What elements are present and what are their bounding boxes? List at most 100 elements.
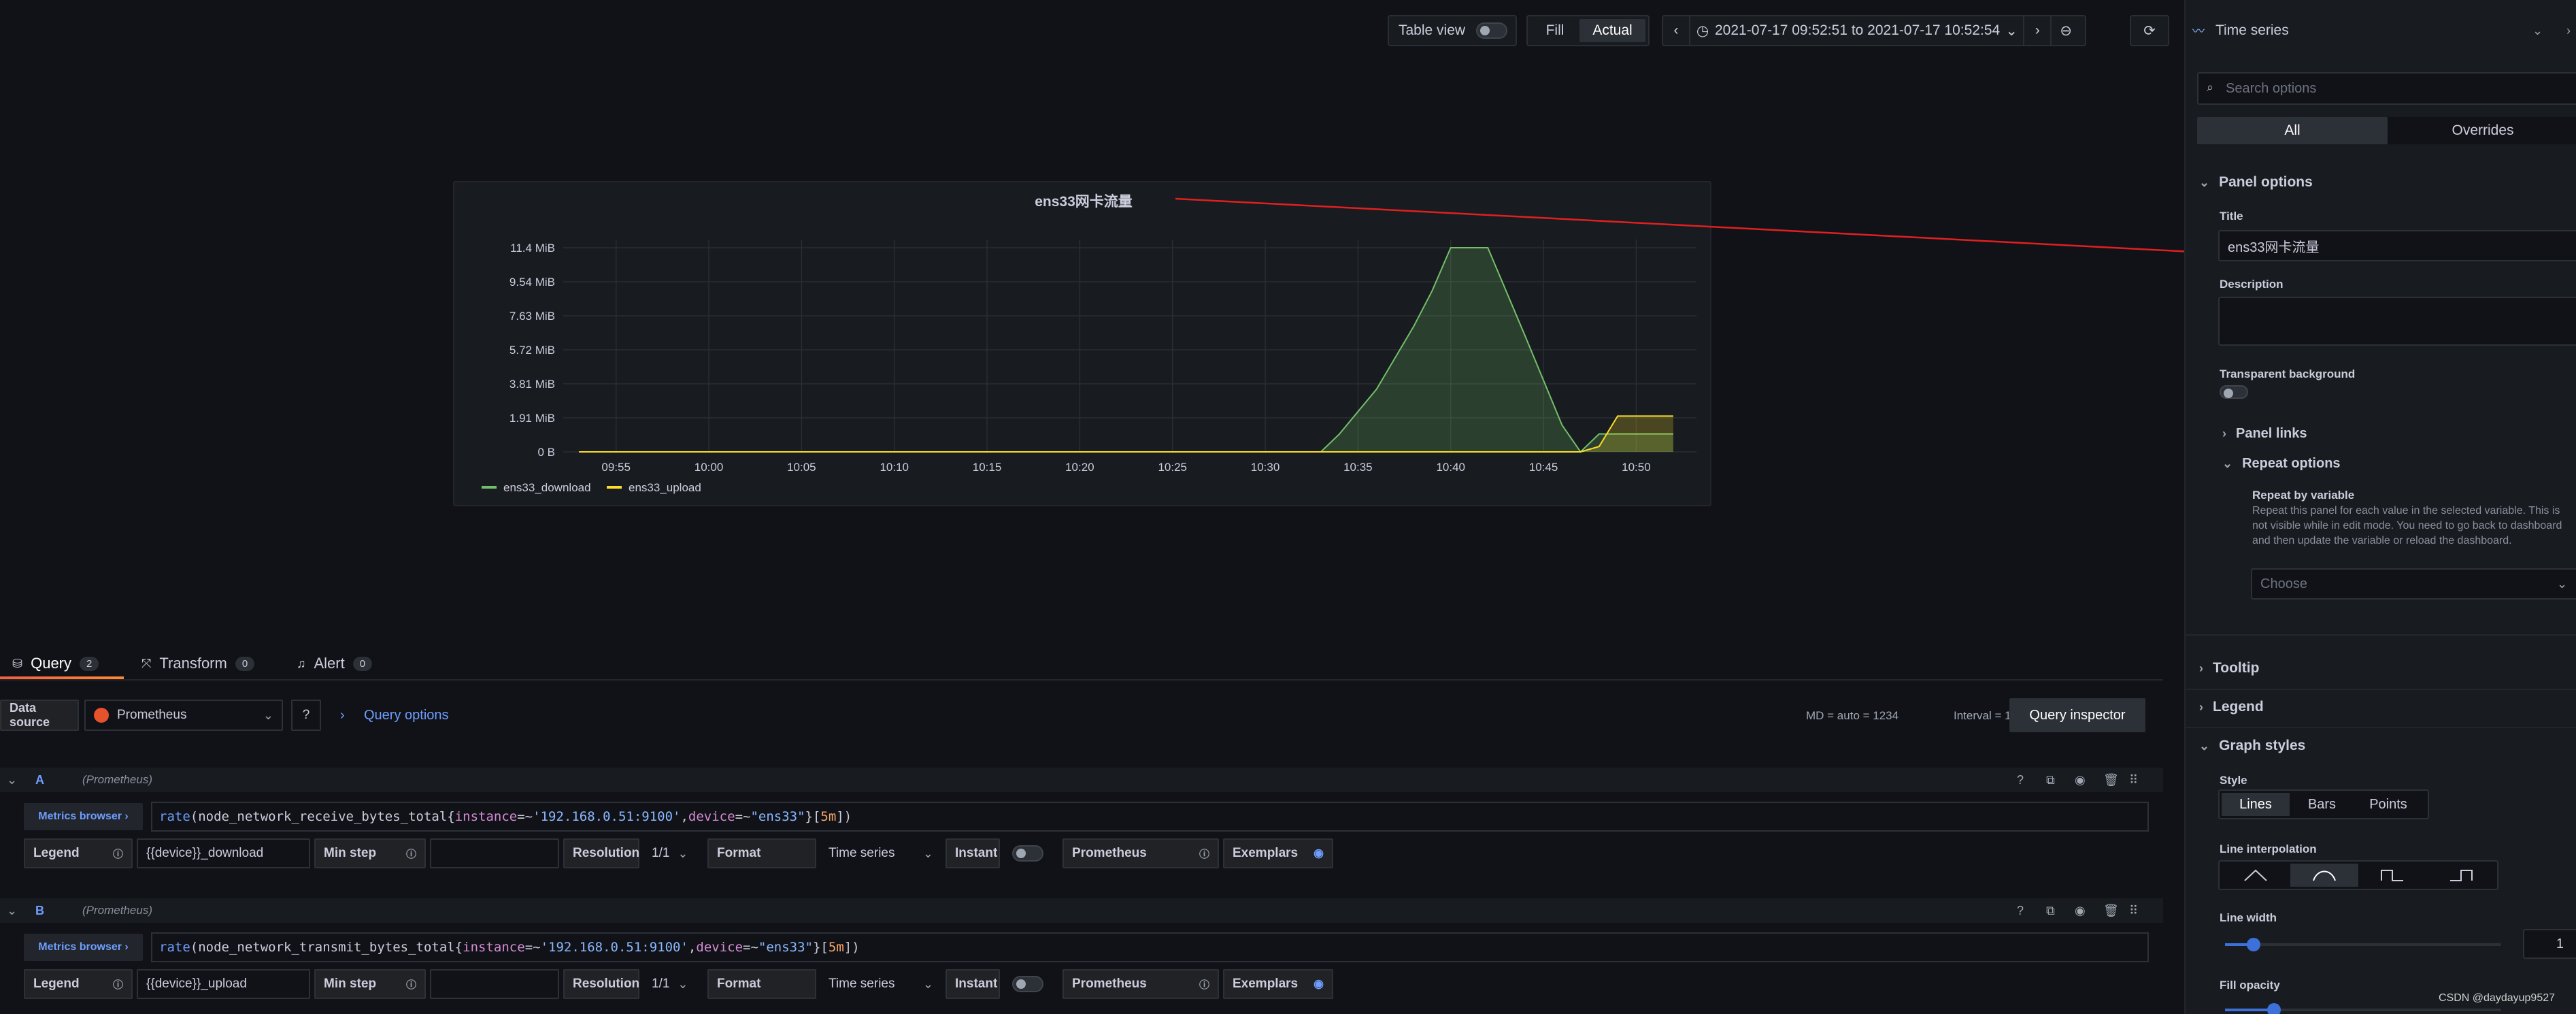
- legend-input[interactable]: {{device}}_download: [137, 838, 310, 868]
- query-b-expression[interactable]: rate(node_network_transmit_bytes_total{i…: [151, 932, 2149, 962]
- chevron-right-icon[interactable]: ›: [2566, 24, 2571, 38]
- trash-icon[interactable]: 🗑: [2103, 773, 2119, 787]
- section-repeat-options[interactable]: ⌄ Repeat options: [2222, 456, 2341, 472]
- query-letter[interactable]: B: [35, 904, 44, 918]
- line-width-input[interactable]: 1: [2523, 929, 2576, 959]
- fill-opacity-slider-thumb[interactable]: [2267, 1003, 2281, 1014]
- expr-value: "ens33": [758, 940, 813, 955]
- transparent-toggle[interactable]: [2220, 385, 2248, 399]
- interp-step-after-icon[interactable]: [2427, 864, 2496, 887]
- zoom-out-icon[interactable]: ⊖: [2050, 16, 2080, 45]
- datasource-select[interactable]: Prometheus ⌄: [84, 700, 283, 731]
- time-picker[interactable]: ‹ ◷ 2021-07-17 09:52:51 to 2021-07-17 10…: [1662, 15, 2086, 46]
- eye-icon[interactable]: ◉: [1314, 977, 1324, 991]
- section-panel-links[interactable]: › Panel links: [2222, 426, 2307, 442]
- format-label: Format: [707, 838, 816, 868]
- tab-overrides[interactable]: Overrides: [2388, 117, 2576, 144]
- title-input[interactable]: ens33网卡流量: [2218, 230, 2576, 261]
- section-tooltip[interactable]: › Tooltip: [2199, 660, 2259, 676]
- query-letter[interactable]: A: [35, 773, 44, 787]
- tab-label: Query: [31, 655, 72, 672]
- query-inspector-button[interactable]: Query inspector: [2009, 698, 2145, 732]
- min-step-input[interactable]: [430, 838, 559, 868]
- style-points[interactable]: Points: [2354, 797, 2422, 813]
- chevron-down-icon: ⌄: [922, 977, 933, 991]
- min-step-input[interactable]: [430, 969, 559, 999]
- tab-alert[interactable]: ♫ Alert 0: [297, 647, 373, 681]
- collapse-icon[interactable]: ⌄: [7, 773, 20, 787]
- y-tick-label: 9.54 MiB: [509, 276, 555, 289]
- tab-transform[interactable]: ⤧ Transform 0: [141, 647, 255, 681]
- interp-smooth-icon[interactable]: [2290, 864, 2358, 887]
- eye-icon[interactable]: ◉: [2075, 773, 2086, 787]
- repeat-variable-select[interactable]: Choose ⌄: [2251, 568, 2576, 600]
- time-back-icon[interactable]: ‹: [1663, 16, 1690, 45]
- panel[interactable]: ens33网卡流量 11.4 MiB 9.54 MiB 7.63 MiB 5.72 M…: [453, 181, 1711, 506]
- resolution-value: 1/1: [652, 846, 670, 860]
- search-input[interactable]: ⌕ Search options: [2197, 72, 2576, 105]
- trash-icon[interactable]: 🗑: [2103, 904, 2119, 918]
- duplicate-icon[interactable]: ⧉: [2046, 773, 2055, 787]
- chevron-down-icon[interactable]: ⌄: [2532, 24, 2566, 38]
- format-select[interactable]: Time series ⌄: [820, 838, 941, 868]
- legend-input[interactable]: {{device}}_upload: [137, 969, 310, 999]
- metrics-browser-button[interactable]: Metrics browser ›: [24, 803, 143, 830]
- fill-button[interactable]: Fill: [1530, 22, 1579, 39]
- chevron-down-icon: ⌄: [2222, 457, 2233, 470]
- legend-label: Legend: [33, 846, 80, 860]
- help-icon[interactable]: ?: [2017, 773, 2024, 787]
- query-a-expression[interactable]: rate(node_network_receive_bytes_total{in…: [151, 802, 2149, 832]
- chevron-down-icon[interactable]: ⌄: [2000, 22, 2023, 39]
- instant-toggle[interactable]: [1012, 845, 1043, 862]
- clock-icon: ◷: [1696, 22, 1709, 39]
- style-lines[interactable]: Lines: [2222, 793, 2290, 816]
- drag-handle-icon[interactable]: ⠿: [2129, 773, 2138, 787]
- line-width-slider-thumb[interactable]: [2247, 938, 2260, 951]
- fill-opacity-slider[interactable]: [2225, 1003, 2501, 1014]
- actual-button[interactable]: Actual: [1579, 19, 1645, 42]
- format-select[interactable]: Time series ⌄: [820, 969, 941, 999]
- refresh-button[interactable]: ⟳: [2130, 15, 2169, 46]
- expr-value: "ens33": [750, 809, 805, 824]
- x-tick-label: 09:55: [601, 461, 631, 474]
- interp-step-before-icon[interactable]: [2358, 864, 2427, 887]
- resolution-select[interactable]: 1/1 ⌄: [643, 838, 703, 868]
- expr-label: instance: [463, 940, 525, 955]
- metrics-browser-button[interactable]: Metrics browser ›: [24, 934, 143, 961]
- x-tick-label: 10:10: [880, 461, 909, 474]
- table-view-switch[interactable]: [1476, 22, 1508, 39]
- help-icon[interactable]: ?: [2017, 904, 2024, 918]
- visualization-picker[interactable]: 〰 Time series ⌄ ›: [2192, 15, 2571, 46]
- tab-all[interactable]: All: [2197, 117, 2388, 144]
- chevron-right-icon[interactable]: ›: [340, 708, 345, 723]
- query-a-options: Legend ⓘ {{device}}_download Min step ⓘ Re…: [24, 838, 1333, 868]
- drag-handle-icon[interactable]: ⠿: [2129, 904, 2138, 918]
- duplicate-icon[interactable]: ⧉: [2046, 904, 2055, 918]
- datasource-help-icon[interactable]: ?: [291, 700, 321, 731]
- collapse-icon[interactable]: ⌄: [7, 904, 20, 918]
- eye-icon[interactable]: ◉: [2075, 904, 2086, 918]
- tab-query[interactable]: ⛁ Query 2: [12, 647, 99, 681]
- section-legend[interactable]: › Legend: [2199, 699, 2264, 715]
- style-bars[interactable]: Bars: [2290, 797, 2354, 813]
- legend-item: ens33_upload: [629, 481, 701, 494]
- query-options-button[interactable]: Query options: [364, 708, 449, 723]
- table-view-toggle[interactable]: Table view: [1388, 15, 1517, 46]
- resolution-label: Resolution: [563, 838, 639, 868]
- description-input[interactable]: [2218, 297, 2576, 346]
- time-range-label[interactable]: 2021-07-17 09:52:51 to 2021-07-17 10:52:…: [1715, 22, 2000, 39]
- section-graph-styles[interactable]: ⌄ Graph styles: [2199, 738, 2305, 754]
- query-a-header[interactable]: ⌄ A (Prometheus) ? ⧉ ◉ 🗑 ⠿: [0, 768, 2163, 792]
- expr-metric: node_network_transmit_bytes_total: [198, 940, 455, 955]
- info-icon: ⓘ: [112, 848, 123, 860]
- eye-icon[interactable]: ◉: [1314, 847, 1324, 860]
- resolution-select[interactable]: 1/1 ⌄: [643, 969, 703, 999]
- section-panel-options[interactable]: ⌄ Panel options: [2199, 174, 2313, 191]
- line-width-label: Line width: [2220, 911, 2277, 924]
- tab-label: Alert: [314, 655, 345, 672]
- instant-toggle[interactable]: [1012, 976, 1043, 992]
- line-width-slider[interactable]: [2225, 938, 2501, 951]
- time-forward-icon[interactable]: ›: [2023, 16, 2050, 45]
- query-b-header[interactable]: ⌄ B (Prometheus) ? ⧉ ◉ 🗑 ⠿: [0, 898, 2163, 923]
- interp-linear-icon[interactable]: [2222, 864, 2290, 887]
